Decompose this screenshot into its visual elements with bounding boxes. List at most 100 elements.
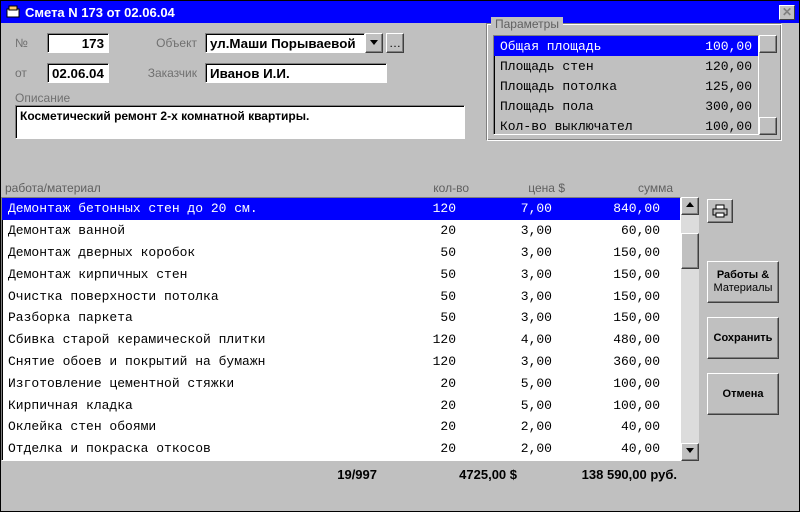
grid-scroll-thumb[interactable]	[681, 233, 699, 269]
table-row[interactable]: Демонтаж кирпичных стен503,00150,00	[2, 263, 680, 285]
cell-qty: 120	[376, 201, 456, 216]
object-combo[interactable]	[205, 33, 365, 53]
print-button[interactable]	[707, 199, 733, 223]
table-row[interactable]: Снятие обоев и покрытий на бумажн1203,00…	[2, 351, 680, 373]
totals-row: 19/997 4725,00 $ 138 590,00 руб.	[1, 467, 701, 482]
cell-sum: 150,00	[552, 267, 660, 282]
table-row[interactable]: Кирпичная кладка205,00100,00	[2, 394, 680, 416]
parameter-value: 100,00	[682, 39, 752, 54]
table-row[interactable]: Оклейка стен обоями202,0040,00	[2, 416, 680, 438]
parameter-name: Площадь пола	[500, 99, 682, 114]
cell-work: Демонтаж бетонных стен до 20 см.	[8, 201, 376, 216]
cell-sum: 150,00	[552, 310, 660, 325]
parameters-list[interactable]: Общая площадь100,00Площадь стен120,00Пло…	[493, 35, 759, 135]
cell-qty: 50	[376, 289, 456, 304]
cell-price: 3,00	[456, 223, 552, 238]
cancel-button[interactable]: Отмена	[707, 373, 779, 415]
object-dropdown-button[interactable]	[365, 33, 383, 53]
cell-price: 3,00	[456, 245, 552, 260]
cell-work: Кирпичная кладка	[8, 398, 376, 413]
cell-price: 2,00	[456, 441, 552, 456]
description-input[interactable]: Косметический ремонт 2-х комнатной кварт…	[15, 105, 465, 139]
table-row[interactable]: Отделка и покраска откосов202,0040,00	[2, 438, 680, 460]
col-price: цена $	[469, 181, 565, 195]
cell-qty: 120	[376, 354, 456, 369]
cell-work: Снятие обоев и покрытий на бумажн	[8, 354, 376, 369]
grid-scroll-down[interactable]	[681, 443, 699, 461]
cell-price: 7,00	[456, 201, 552, 216]
cell-sum: 40,00	[552, 441, 660, 456]
grid-scroll-up[interactable]	[681, 197, 699, 215]
date-input[interactable]	[47, 63, 109, 83]
parameters-scrollbar[interactable]	[759, 35, 777, 135]
chevron-down-icon	[370, 40, 378, 46]
cell-price: 3,00	[456, 310, 552, 325]
object-browse-button[interactable]: …	[386, 33, 404, 53]
table-row[interactable]: Демонтаж бетонных стен до 20 см.1207,008…	[2, 198, 680, 220]
parameter-row[interactable]: Общая площадь100,00	[494, 36, 758, 56]
grid-scrollbar[interactable]	[681, 197, 699, 461]
cell-work: Демонтаж дверных коробок	[8, 245, 376, 260]
parameter-name: Площадь стен	[500, 59, 682, 74]
cell-qty: 20	[376, 441, 456, 456]
cell-work: Демонтаж ванной	[8, 223, 376, 238]
table-row[interactable]: Сбивка старой керамической плитки1204,00…	[2, 329, 680, 351]
parameter-row[interactable]: Площадь потолка125,00	[494, 76, 758, 96]
cell-sum: 360,00	[552, 354, 660, 369]
col-sum: сумма	[565, 181, 673, 195]
app-icon	[5, 4, 21, 20]
works-materials-button[interactable]: Работы & Материалы	[707, 261, 779, 303]
cell-work: Разборка паркета	[8, 310, 376, 325]
cell-sum: 150,00	[552, 289, 660, 304]
parameters-title: Параметры	[491, 17, 563, 31]
cell-work: Очистка поверхности потолка	[8, 289, 376, 304]
printer-icon	[712, 204, 728, 218]
date-label: от	[15, 66, 39, 80]
parameter-name: Площадь потолка	[500, 79, 682, 94]
parameter-value: 125,00	[682, 79, 752, 94]
parameter-row[interactable]: Площадь стен120,00	[494, 56, 758, 76]
works-grid[interactable]: Демонтаж бетонных стен до 20 см.1207,008…	[1, 197, 681, 461]
scroll-down-button[interactable]	[759, 117, 777, 135]
parameter-value: 100,00	[682, 119, 752, 134]
cell-work: Отделка и покраска откосов	[8, 441, 376, 456]
scroll-up-button[interactable]	[759, 35, 777, 53]
customer-label: Заказчик	[117, 66, 197, 80]
customer-input[interactable]	[205, 63, 387, 83]
window-title: Смета N 173 от 02.06.04	[25, 5, 779, 20]
cell-sum: 150,00	[552, 245, 660, 260]
titlebar: Смета N 173 от 02.06.04 ✕	[1, 1, 799, 23]
table-row[interactable]: Разборка паркета503,00150,00	[2, 307, 680, 329]
cell-sum: 100,00	[552, 398, 660, 413]
chevron-down-icon	[686, 448, 694, 454]
description-text: Косметический ремонт 2-х комнатной кварт…	[20, 109, 309, 123]
cell-qty: 20	[376, 376, 456, 391]
total-sum: 138 590,00 руб.	[517, 467, 677, 482]
cell-price: 4,00	[456, 332, 552, 347]
grid-header: работа/материал кол-во цена $ сумма	[1, 181, 681, 195]
cell-price: 5,00	[456, 376, 552, 391]
table-row[interactable]: Демонтаж дверных коробок503,00150,00	[2, 242, 680, 264]
cell-qty: 20	[376, 419, 456, 434]
chevron-up-icon	[686, 202, 694, 208]
parameter-row[interactable]: Кол-во выключател100,00	[494, 116, 758, 135]
action-buttons: Работы & Материалы Сохранить Отмена	[707, 261, 779, 415]
total-count: 19/997	[1, 467, 377, 482]
client-area: № Объект … от Заказчик Описание Косметич…	[1, 23, 799, 511]
table-row[interactable]: Демонтаж ванной203,0060,00	[2, 220, 680, 242]
table-row[interactable]: Изготовление цементной стяжки205,00100,0…	[2, 372, 680, 394]
col-work: работа/материал	[5, 181, 377, 195]
cell-work: Оклейка стен обоями	[8, 419, 376, 434]
cell-sum: 100,00	[552, 376, 660, 391]
number-input[interactable]	[47, 33, 109, 53]
parameter-row[interactable]: Площадь пола300,00	[494, 96, 758, 116]
app-window: Смета N 173 от 02.06.04 ✕ № Объект … от …	[0, 0, 800, 512]
cell-work: Изготовление цементной стяжки	[8, 376, 376, 391]
save-button[interactable]: Сохранить	[707, 317, 779, 359]
close-button[interactable]: ✕	[779, 5, 795, 20]
cell-sum: 840,00	[552, 201, 660, 216]
cell-work: Демонтаж кирпичных стен	[8, 267, 376, 282]
cell-price: 3,00	[456, 289, 552, 304]
cell-sum: 60,00	[552, 223, 660, 238]
table-row[interactable]: Очистка поверхности потолка503,00150,00	[2, 285, 680, 307]
